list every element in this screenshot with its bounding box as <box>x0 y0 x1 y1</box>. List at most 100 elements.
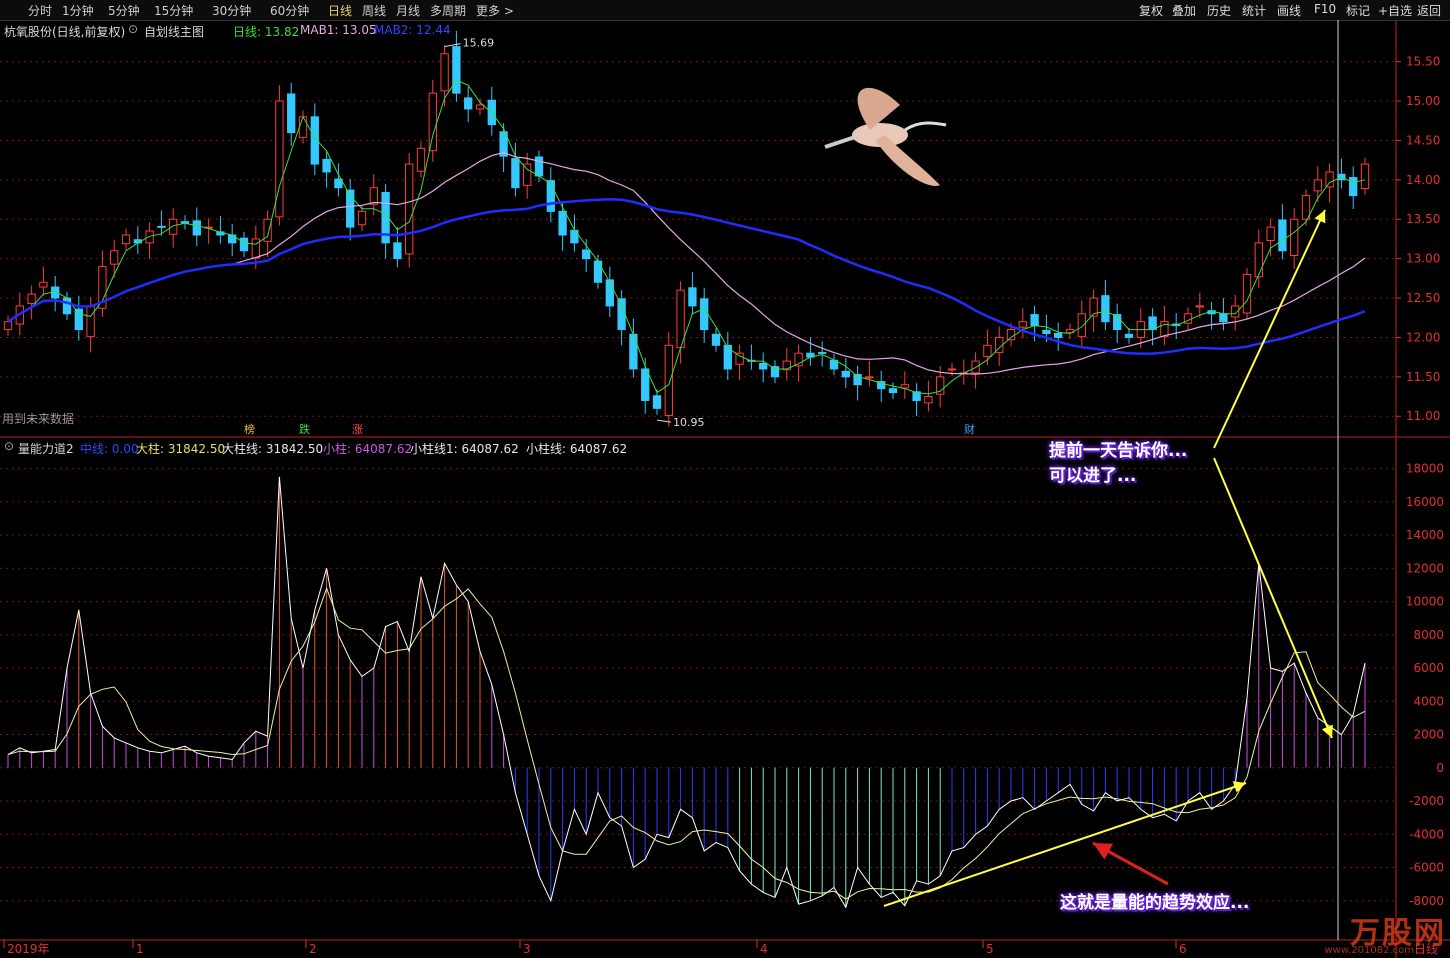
candle-body <box>534 156 544 177</box>
candle-body <box>1242 273 1252 314</box>
y-tick-label: 12000 <box>1406 561 1444 575</box>
candle-body <box>322 158 331 173</box>
candle-body <box>452 46 461 94</box>
y-tick-label: 14000 <box>1406 528 1444 542</box>
candle-body <box>393 242 402 260</box>
y-tick-label: 15.50 <box>1406 55 1440 69</box>
candle-body <box>511 158 520 189</box>
arrow-down-to-bar <box>1213 457 1333 739</box>
candle-body <box>1042 329 1051 334</box>
y-tick-label: 12.50 <box>1406 291 1440 305</box>
watermark-url: www.201082.com <box>1324 945 1414 956</box>
y-tick-label: 11.50 <box>1406 370 1440 384</box>
candle-body <box>121 234 131 245</box>
candle-body <box>475 104 485 110</box>
candle-body <box>735 352 744 365</box>
candle-body <box>652 395 662 409</box>
candle-body <box>523 163 532 186</box>
x-month-label: 1 <box>136 942 144 956</box>
candle-body <box>157 225 166 228</box>
y-tick-label: -6000 <box>1409 861 1444 875</box>
y-tick-label: 10000 <box>1406 595 1444 609</box>
y-tick-label: -8000 <box>1409 894 1444 908</box>
red-pointer-arrow <box>1092 841 1169 886</box>
candle-body <box>3 321 13 331</box>
y-tick-label: 16000 <box>1406 495 1444 509</box>
candle-body <box>582 249 591 260</box>
ma-line-day <box>7 79 1366 395</box>
candle-body <box>1124 333 1134 338</box>
candle-body <box>74 308 83 331</box>
candle-body <box>145 230 154 244</box>
y-tick-label: 18000 <box>1406 462 1444 476</box>
candle-body <box>1077 313 1086 338</box>
y-tick-label: 12.00 <box>1406 330 1440 344</box>
y-tick-label: 0 <box>1436 761 1444 775</box>
candle-body <box>770 366 780 378</box>
x-month-label: 4 <box>760 942 768 956</box>
y-tick-label: 8000 <box>1413 628 1444 642</box>
arrow-up-to-price <box>1213 209 1326 449</box>
candle-body <box>664 344 673 416</box>
x-month-label: 6 <box>1179 942 1187 956</box>
candle-body <box>1290 218 1299 256</box>
candle-body <box>853 373 862 386</box>
candle-body <box>1006 329 1016 341</box>
candle-body <box>818 351 827 354</box>
candle-body <box>1278 219 1287 252</box>
candle-body <box>239 237 249 252</box>
candle-body <box>983 344 992 357</box>
y-tick-label: 13.50 <box>1406 212 1440 226</box>
event-mark: 跌 <box>299 422 310 436</box>
y-tick-label: -4000 <box>1409 827 1444 841</box>
candle-body <box>357 210 367 226</box>
x-month-label: 2019年 <box>7 942 50 956</box>
candle-body <box>440 53 449 92</box>
candle-body <box>405 163 414 255</box>
x-month-label: 3 <box>523 942 531 956</box>
y-tick-label: 14.00 <box>1406 173 1440 187</box>
candle-body <box>605 279 614 307</box>
event-mark: 榜 <box>244 422 255 436</box>
candle-body <box>1195 305 1204 308</box>
y-tick-label: 6000 <box>1413 661 1444 675</box>
candle-body <box>700 298 709 331</box>
indicator-line-fast <box>7 476 1366 909</box>
candle-body <box>1325 171 1334 188</box>
candle-body <box>334 178 343 189</box>
candle-body <box>593 260 603 283</box>
candle-body <box>1266 226 1275 242</box>
y-tick-label: 4000 <box>1413 694 1444 708</box>
high-mark-label: 15.69 <box>463 37 495 50</box>
candle-body <box>865 376 874 379</box>
stock-chart[interactable]: 11.00 11.50 12.00 12.50 13.00 13.50 14.00 14.50… <box>0 0 1450 958</box>
candle-body <box>759 362 768 370</box>
annotation-bottom: 这就是量能的趋势效应... <box>1060 893 1250 913</box>
x-month-label: 5 <box>986 942 994 956</box>
annotation-top-line2: 可以进了... <box>1049 466 1137 486</box>
candle-body <box>1313 179 1322 192</box>
y-tick-label: 13.00 <box>1406 252 1440 266</box>
candle-body <box>641 368 650 401</box>
candle-body <box>287 93 296 134</box>
candle-body <box>192 220 201 236</box>
candle-body <box>1360 163 1370 190</box>
ma-line-mab1 <box>7 151 1366 375</box>
x-month-label: 2 <box>309 942 317 956</box>
candle-body <box>1054 333 1063 338</box>
candle-body <box>1349 176 1358 197</box>
candle-body <box>617 298 626 331</box>
event-mark: 涨 <box>352 423 363 436</box>
candle-body <box>110 250 119 265</box>
candle-body <box>275 100 284 218</box>
y-tick-label: 11.00 <box>1406 409 1440 423</box>
event-mark: 财 <box>964 422 975 436</box>
y-tick-label: 2000 <box>1413 728 1444 742</box>
candle-body <box>711 333 721 346</box>
candle-body <box>570 229 579 244</box>
candle-body <box>1101 295 1110 323</box>
candle-body <box>947 368 957 371</box>
candle-body <box>39 281 48 288</box>
candle-body <box>782 360 791 371</box>
candle-body <box>629 333 638 370</box>
